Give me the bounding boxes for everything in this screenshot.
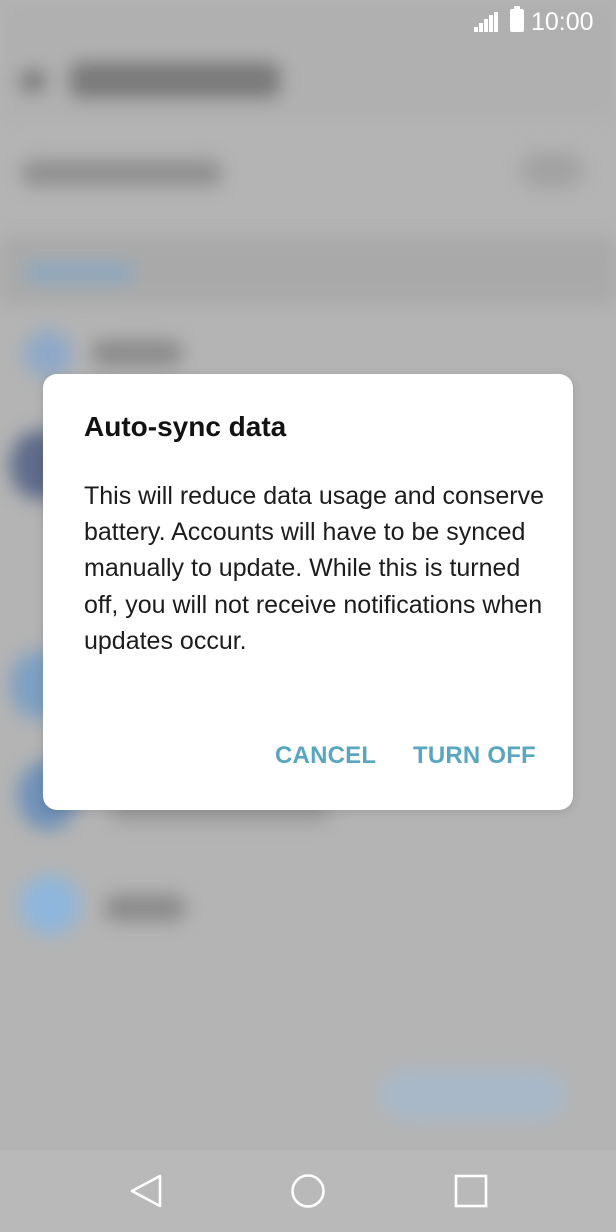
recent-apps-square-icon[interactable] [448, 1168, 494, 1214]
blurred-account-label [92, 340, 182, 366]
status-bar: 10:00 [0, 0, 616, 42]
dialog-title: Auto-sync data [84, 411, 287, 442]
dialog-actions: CANCEL TURN OFF [43, 736, 573, 776]
blurred-account-icon [20, 875, 80, 935]
blurred-back-arrow [20, 70, 46, 92]
status-time: 10:00 [531, 8, 594, 36]
blurred-account-label [105, 895, 185, 921]
blurred-add-account-button [380, 1070, 565, 1120]
cancel-button[interactable]: CANCEL [275, 736, 376, 776]
dialog-message: This will reduce data usage and conserve… [84, 482, 544, 655]
blurred-page-title [70, 62, 280, 98]
battery-icon [510, 6, 524, 32]
home-circle-icon[interactable] [285, 1168, 331, 1214]
auto-sync-dialog: Auto-sync data This will reduce data usa… [43, 374, 573, 810]
navigation-bar [0, 1150, 616, 1232]
blurred-account-icon [24, 330, 72, 378]
back-triangle-icon[interactable] [124, 1168, 170, 1214]
turn-off-button[interactable]: TURN OFF [413, 736, 536, 776]
blurred-auto-sync-toggle [520, 152, 584, 188]
blurred-section-header [24, 264, 134, 282]
blurred-auto-sync-label [22, 160, 222, 186]
signal-icon [474, 12, 500, 32]
